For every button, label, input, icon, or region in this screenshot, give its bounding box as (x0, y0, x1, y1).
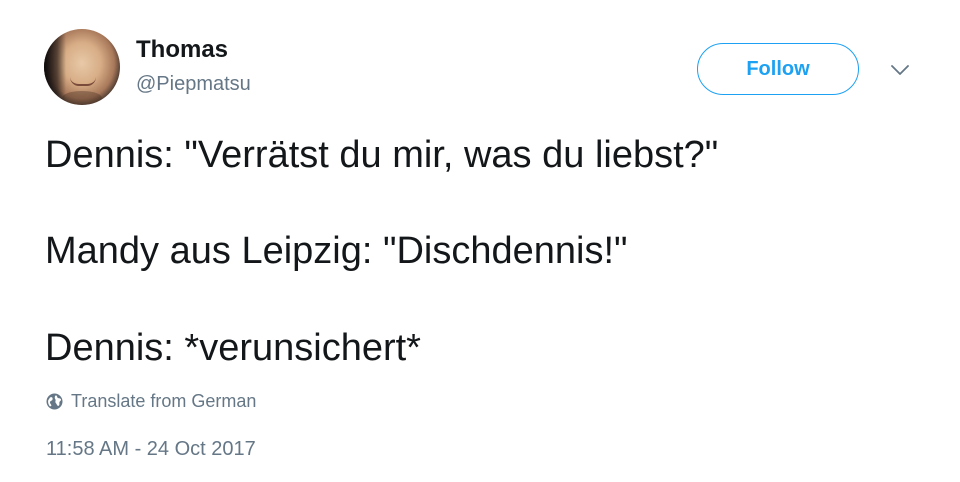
tweet-text-line-2: Mandy aus Leipzig: "Dischdennis!" (45, 230, 628, 272)
avatar[interactable] (44, 29, 120, 105)
avatar-chin (62, 91, 102, 105)
user-handle[interactable]: @Piepmatsu (136, 73, 251, 96)
translate-link[interactable]: Translate from German (46, 391, 256, 412)
tweet-timestamp[interactable]: 11:58 AM - 24 Oct 2017 (46, 438, 256, 461)
avatar-mouth (70, 77, 96, 86)
more-options-button[interactable] (888, 60, 912, 80)
tweet-text-line-3: Dennis: *verunsichert* (45, 327, 421, 369)
chevron-down-icon (891, 65, 909, 75)
tweet-text-line-1: Dennis: "Verrätst du mir, was du liebst?… (45, 134, 719, 176)
follow-button[interactable]: Follow (697, 43, 859, 95)
tweet-card: Thomas @Piepmatsu Follow Dennis: "Verrät… (0, 0, 960, 482)
globe-icon (46, 393, 63, 410)
display-name[interactable]: Thomas (136, 36, 228, 64)
translate-label: Translate from German (71, 391, 257, 411)
avatar-shadow (44, 29, 66, 105)
